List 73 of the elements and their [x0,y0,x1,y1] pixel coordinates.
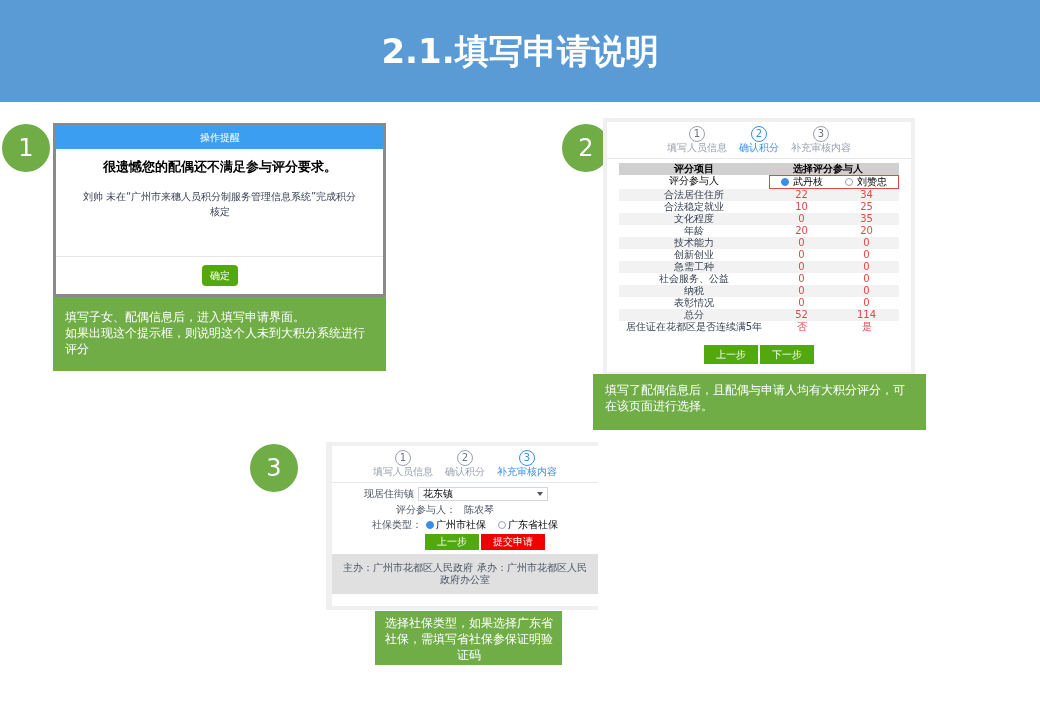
table-cell-text: 25 [859,201,874,213]
dialog-heading: 很遗憾您的配偶还不满足参与评分要求。 [101,158,338,176]
form-button[interactable]: 上一步 [425,534,479,550]
table-cell-text: 0 [797,261,806,273]
confirm-button[interactable]: 确定 [201,265,238,286]
step-button[interactable]: 上一步 [704,345,758,364]
table-cell-text: 表彰情况 [673,297,715,309]
dialog-title: 操作提醒 [56,126,383,149]
table-cell-text: 合法稳定就业 [663,201,725,213]
radio-button[interactable] [845,178,853,186]
table-cell-text: 合法居住住所 [663,189,725,201]
table-cell-text: 0 [862,285,871,297]
table-cell-text: 0 [862,261,871,273]
table-cell-text: 居住证在花都区是否连续满5年 [624,321,764,333]
table-cell-text: 创新创业 [673,249,715,261]
table-cell-text: 0 [797,297,806,309]
caret-icon [537,492,543,496]
slide-title: 2.1.填写申请说明 [381,29,659,73]
page-footer: 主办：广州市花都区人民政府 承办：广州市花都区人民政府办公室 [332,554,598,594]
step-label: 填写人员信息 [373,466,433,478]
participant-name: 刘赞忠 [857,176,887,188]
table-cell-text: 文化程度 [673,213,715,225]
town-select[interactable]: 花东镇 [418,487,548,501]
caption-text: 填写了配偶信息后，且配偶与申请人均有大积分评分，可在该页面进行选择。 [605,382,906,414]
caption-text: 如果出现这个提示框，则说明这个人未到大积分系统进行评分 [65,325,366,357]
step-label: 确认积分 [445,466,485,478]
dialog-message: 刘帅 未在“广州市来穗人员积分制服务管理信息系统”完成积分核定 [81,189,358,219]
field-label: 社保类型： [372,519,422,531]
table-cell-text: 52 [794,309,809,321]
step-button[interactable]: 下一步 [760,345,814,364]
table-cell-text: 否 [795,321,808,333]
table-cell-text: 10 [794,201,809,213]
table-cell-text: 22 [794,189,809,201]
table-cell-text: 评分参与人 [668,175,720,188]
form-button[interactable]: 提交申请 [481,534,545,550]
table-cell-text: 是 [860,321,873,333]
radio-button[interactable] [781,178,789,186]
step-label: 补充审核内容 [791,142,851,154]
table-cell-text: 0 [797,249,806,261]
table-cell-text: 技术能力 [673,237,715,249]
step-label: 确认积分 [739,142,779,154]
table-cell-text: 0 [862,237,871,249]
table-cell-text: 0 [797,285,806,297]
column-header: 评分项目 [673,163,715,175]
caption-text: 选择社保类型，如果选择广东省社保，需填写省社保参保证明验证码 [383,615,554,663]
table-cell-text: 0 [862,249,871,261]
table-cell-text: 社会服务、公益 [658,273,730,285]
column-header: 选择评分参与人 [792,163,864,175]
table-cell-text: 20 [794,225,809,237]
field-label: 评分参与人： [396,504,456,516]
table-cell-text: 急需工种 [673,261,715,273]
participant-name: 武丹枝 [793,176,823,188]
table-cell-text: 35 [859,213,874,225]
table-cell-text: 0 [862,273,871,285]
table-cell-text: 总分 [683,309,705,321]
table-cell-text: 0 [862,297,871,309]
step-label: 填写人员信息 [667,142,727,154]
radio-button[interactable] [498,521,506,529]
participant-value: 陈农琴 [464,504,494,516]
table-cell-text: 年龄 [683,225,705,237]
field-label: 现居住街镇 [364,488,414,500]
step-label: 补充审核内容 [497,466,557,478]
caption-text: 填写子女、配偶信息后，进入填写申请界面。 [65,309,306,325]
radio-button[interactable] [426,521,434,529]
table-cell-text: 0 [797,273,806,285]
table-cell-text: 34 [859,189,874,201]
radio-label: 广东省社保 [508,519,558,531]
table-cell-text: 114 [855,309,878,321]
radio-label: 广州市社保 [436,519,486,531]
table-cell-text: 20 [859,225,874,237]
table-cell-text: 0 [797,213,806,225]
table-cell-text: 纳税 [683,285,705,297]
table-cell-text: 0 [797,237,806,249]
